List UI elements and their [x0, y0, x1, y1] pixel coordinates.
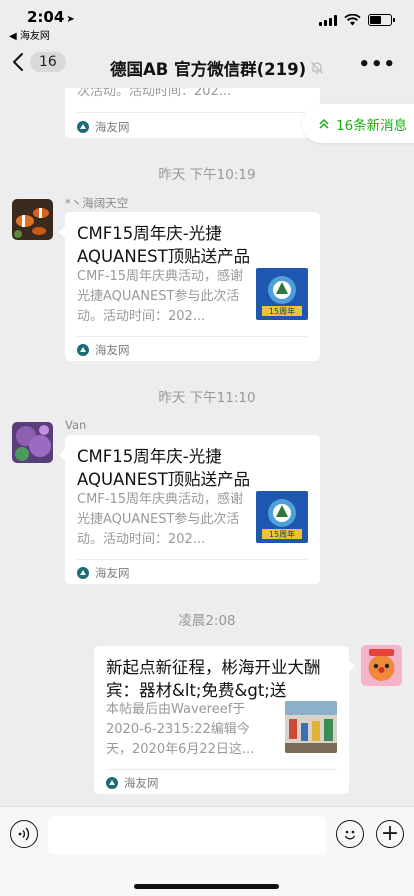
card-description: 本帖最后由Wavereef于2020-6-2315:22编辑今天，2020年6月…	[106, 702, 255, 757]
add-button[interactable]: +	[376, 820, 404, 848]
bell-off-icon	[311, 62, 324, 74]
chevron-left-icon	[13, 53, 23, 71]
avatar[interactable]	[12, 199, 53, 240]
card-source: 海友网	[106, 775, 159, 791]
voice-button[interactable]	[10, 820, 38, 848]
thumb-text: 15周年	[269, 529, 295, 539]
card-source: 海友网	[77, 342, 130, 358]
unread-count-badge: 16	[30, 52, 66, 72]
timestamp: 昨天 下午11:10	[158, 390, 256, 406]
card-source: 海友网	[77, 119, 130, 135]
timestamp: 昨天 下午10:19	[158, 167, 256, 183]
card-description: CMF-15周年庆典活动，感谢光捷AQUANEST参与此次活动。活动时间：202…	[77, 492, 244, 547]
new-messages-label: 16条新消息	[336, 117, 408, 134]
back-button[interactable]: 16	[12, 52, 66, 72]
message-card-partial[interactable]: 次活动。活动时间：202... 海友网	[65, 88, 320, 138]
clock-text: 2:04	[27, 8, 65, 26]
sender-name: Van	[65, 418, 87, 432]
chat-title-text: 德国AB 官方微信群(219)	[110, 60, 307, 79]
card-title: 新起点新征程，彬海开业大酬宾：器材&lt;免费&gt;送	[106, 658, 321, 700]
card-source: 海友网	[77, 565, 130, 581]
wifi-icon	[344, 14, 361, 26]
source-icon	[77, 121, 89, 133]
avatar[interactable]	[12, 422, 53, 463]
source-icon	[77, 344, 89, 356]
chat-area[interactable]: 次活动。活动时间：202... 海友网 16条新消息 昨天 下午10:19 *丶…	[0, 88, 414, 806]
status-icons	[319, 14, 395, 26]
card-title: CMF15周年庆-光捷AQUANEST顶贴送产品	[77, 224, 251, 266]
signal-icon	[319, 14, 337, 26]
emoji-button[interactable]	[336, 820, 364, 848]
thumb-text: 15周年	[269, 306, 295, 316]
card-thumbnail	[285, 701, 337, 753]
avatar-self[interactable]	[361, 645, 402, 686]
location-arrow-icon: ➤	[66, 14, 75, 25]
link-card-self[interactable]: 新起点新征程，彬海开业大酬宾：器材&lt;免费&gt;送 本帖最后由Wavere…	[94, 646, 355, 794]
double-chevron-up-icon	[319, 118, 329, 129]
chat-title: 德国AB 官方微信群(219)	[110, 56, 324, 80]
card-description: CMF-15周年庆典活动，感谢光捷AQUANEST参与此次活动。活动时间：202…	[77, 269, 244, 324]
link-card[interactable]: CMF15周年庆-光捷AQUANEST顶贴送产品 CMF-15周年庆典活动，感谢…	[59, 212, 320, 361]
back-to-app-link[interactable]: ◀ 海友网	[9, 27, 50, 42]
timestamp: 凌晨2:08	[178, 613, 236, 629]
more-button[interactable]: •••	[358, 54, 396, 75]
link-card[interactable]: CMF15周年庆-光捷AQUANEST顶贴送产品 CMF-15周年庆典活动，感谢…	[59, 435, 320, 584]
nav-bar: 16 德国AB 官方微信群(219) •••	[0, 44, 414, 88]
card-description: 次活动。活动时间：202...	[77, 88, 232, 99]
card-thumbnail: 15周年	[256, 491, 308, 543]
card-thumbnail: 15周年	[256, 268, 308, 320]
input-bar: +	[0, 806, 414, 896]
voice-icon	[18, 827, 30, 841]
plus-icon: +	[380, 821, 400, 846]
source-icon	[77, 567, 89, 579]
status-time: 2:04 ➤	[27, 8, 75, 26]
card-title: CMF15周年庆-光捷AQUANEST顶贴送产品	[77, 447, 251, 489]
home-indicator	[134, 884, 279, 889]
battery-icon	[368, 14, 395, 26]
message-input[interactable]	[48, 816, 326, 854]
sender-name: *丶海阔天空	[65, 196, 129, 210]
status-bar: 2:04 ➤ ◀ 海友网	[0, 0, 414, 44]
source-icon	[106, 777, 118, 789]
emoji-icon	[344, 830, 356, 840]
new-messages-button[interactable]: 16条新消息	[302, 104, 414, 143]
